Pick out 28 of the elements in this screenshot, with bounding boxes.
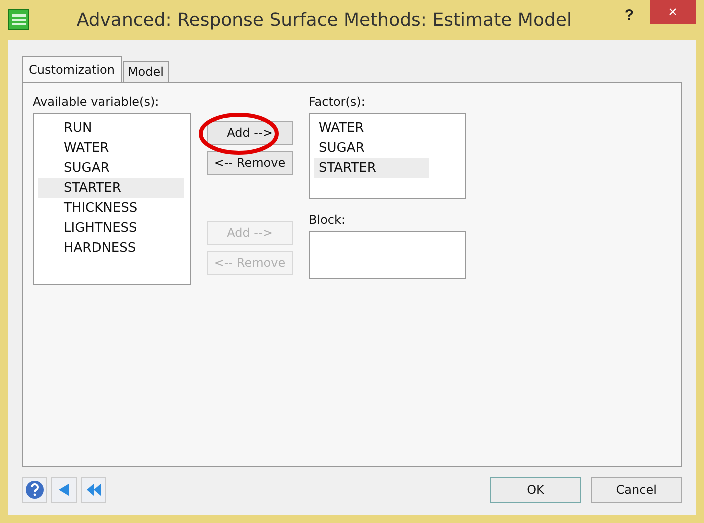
tab[interactable]: Customization [22, 56, 122, 83]
help-icon[interactable] [22, 477, 48, 503]
tab[interactable]: Model [122, 61, 169, 83]
close-button[interactable]: × [650, 0, 696, 24]
list-item[interactable]: SUGAR [38, 158, 184, 178]
button[interactable]: <-- Remove [207, 151, 293, 175]
window-icon [8, 9, 30, 31]
block-list[interactable] [309, 231, 466, 279]
list-item[interactable]: WATER [38, 138, 184, 158]
list-item[interactable]: THICKNESS [38, 198, 184, 218]
help-button[interactable]: ? [618, 6, 640, 24]
list-item[interactable]: STARTER [38, 178, 184, 198]
list-label: Available variable(s): [33, 95, 160, 109]
list-label: Factor(s): [309, 95, 366, 109]
list-item[interactable]: HARDNESS [38, 238, 184, 258]
list-item[interactable]: RUN [38, 118, 184, 138]
list-label: Block: [309, 213, 346, 227]
list-item[interactable]: STARTER [314, 158, 429, 178]
factor-list[interactable]: WATER SUGAR STARTER [309, 113, 466, 199]
list-item[interactable]: WATER [314, 118, 429, 138]
list-item[interactable]: LIGHTNESS [38, 218, 184, 238]
variable-list[interactable]: RUN WATER SUGAR STARTER THICKNESS LIGHTNESS HARDNESS [33, 113, 191, 285]
button[interactable]: OK [490, 477, 582, 503]
window-title: Advanced: Response Surface Methods: Estimate Model [76, 10, 573, 30]
list-item[interactable]: SUGAR [314, 138, 429, 158]
button[interactable]: Cancel [591, 477, 682, 503]
rewind-icon[interactable] [80, 477, 106, 503]
button[interactable]: Add --> [207, 121, 293, 145]
